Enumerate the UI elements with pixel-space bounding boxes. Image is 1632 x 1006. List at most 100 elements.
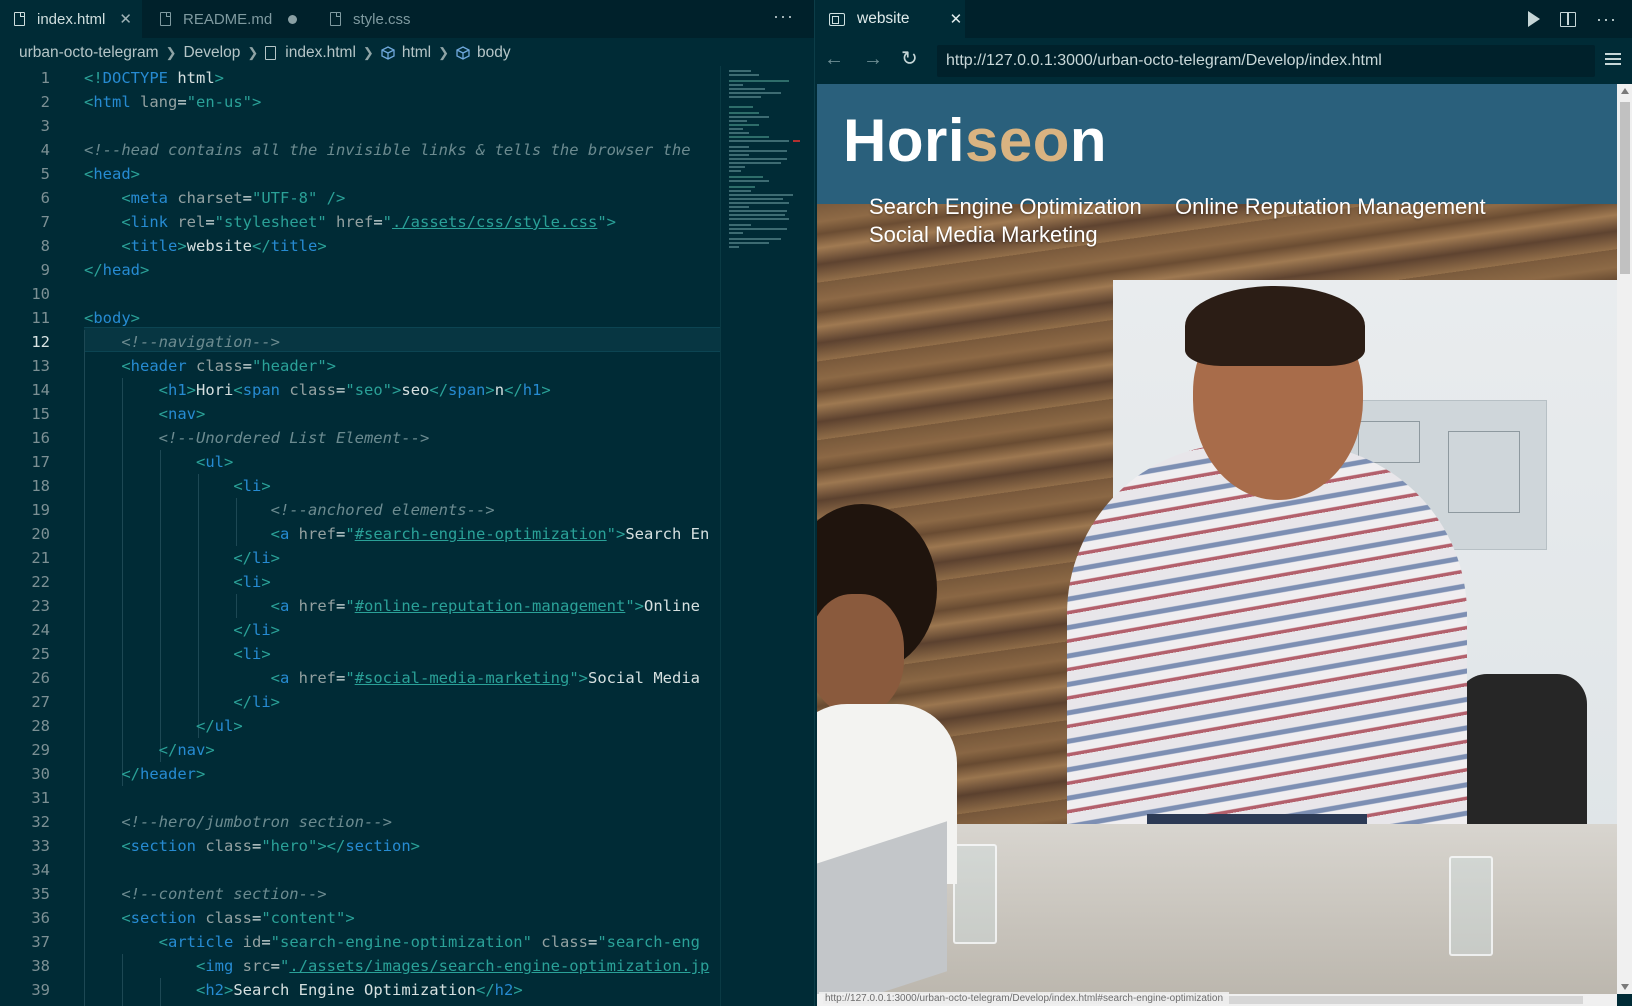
- play-icon[interactable]: [1528, 11, 1541, 27]
- browser-nav-bar: ← → ↻ http://127.0.0.1:3000/urban-octo-t…: [815, 38, 1632, 84]
- line-number: 36: [31, 909, 50, 927]
- scroll-down-icon[interactable]: [1621, 984, 1629, 990]
- breadcrumb-item[interactable]: html: [402, 44, 431, 62]
- nav-link-seo[interactable]: Search Engine Optimization: [869, 194, 1142, 220]
- file-icon: [160, 12, 171, 26]
- hero-woman-face: [817, 594, 904, 714]
- code-line: </head>: [84, 261, 150, 279]
- code-line: <html lang="en-us">: [84, 93, 262, 111]
- code-line: <!--content section-->: [121, 885, 327, 903]
- code-text-area[interactable]: <!DOCTYPE html> <html lang="en-us"> <!--…: [84, 66, 720, 1006]
- chevron-right-icon: ❯: [247, 45, 259, 60]
- chevron-right-icon: ❯: [165, 45, 177, 60]
- code-line: <h1>Hori<span class="seo">seo</span>n</h…: [158, 381, 551, 399]
- line-number: 34: [31, 861, 50, 879]
- tab-index-html[interactable]: index.html ✕: [0, 0, 142, 38]
- code-line: <!--anchored elements-->: [270, 501, 495, 519]
- minimap-line: [729, 84, 743, 86]
- line-number-gutter[interactable]: 1 2 3 4 5 6 7 8 9 10 11 12 13 14 15 16 1…: [0, 66, 60, 1006]
- minimap-line: [729, 242, 769, 244]
- code-line: <meta charset="UTF-8" />: [121, 189, 346, 207]
- code-editor[interactable]: index.html ✕ README.md style.css ··· urb…: [0, 0, 814, 1006]
- tab-readme-md[interactable]: README.md: [146, 0, 306, 38]
- nav-link-orm[interactable]: Online Reputation Management: [1175, 194, 1486, 220]
- page-viewport[interactable]: Horiseon Search Engine Optimization Onli…: [817, 84, 1617, 994]
- nav-link-smm[interactable]: Social Media Marketing: [869, 222, 1098, 248]
- reload-icon[interactable]: ↻: [901, 46, 918, 71]
- code-line: </li>: [233, 693, 280, 711]
- code-line: <!--head contains all the invisible link…: [84, 141, 700, 159]
- hero-glass: [1449, 856, 1493, 956]
- editor-scrollbar[interactable]: [800, 66, 814, 1006]
- line-number: 13: [31, 357, 50, 375]
- minimap-line: [729, 96, 761, 98]
- line-number: 21: [31, 549, 50, 567]
- code-line: <article id="search-engine-optimization"…: [158, 933, 700, 951]
- breadcrumb-item[interactable]: body: [477, 44, 511, 62]
- minimap-line: [729, 140, 789, 142]
- line-number: 9: [40, 261, 50, 279]
- menu-icon[interactable]: [1605, 53, 1621, 66]
- file-icon: [14, 12, 25, 26]
- minimap-line: [729, 190, 751, 192]
- breadcrumb-item[interactable]: urban-octo-telegram: [19, 44, 159, 62]
- split-editor-icon[interactable]: [1560, 11, 1577, 27]
- hero-man-hair: [1185, 286, 1365, 366]
- code-line: <li>: [233, 573, 271, 591]
- code-line: <nav>: [158, 405, 206, 423]
- minimap-line: [729, 74, 759, 76]
- more-icon[interactable]: ···: [773, 6, 794, 27]
- page-vertical-scrollbar[interactable]: [1617, 84, 1632, 994]
- line-number: 18: [31, 477, 50, 495]
- line-number: 19: [31, 501, 50, 519]
- line-number: 25: [31, 645, 50, 663]
- line-number: 29: [31, 741, 50, 759]
- back-icon[interactable]: ←: [824, 48, 844, 71]
- line-number: 27: [31, 693, 50, 711]
- minimap-line: [729, 206, 749, 208]
- code-line: <li>: [233, 645, 271, 663]
- line-number: 40: [0, 1002, 50, 1006]
- code-line: </nav>: [158, 741, 215, 759]
- minimap-line: [729, 214, 785, 216]
- line-number: 37: [31, 933, 50, 951]
- close-icon[interactable]: ✕: [119, 10, 132, 28]
- forward-icon[interactable]: →: [863, 48, 883, 71]
- minimap-line: [729, 112, 759, 114]
- breadcrumb-item[interactable]: index.html: [285, 44, 356, 62]
- minimap-line: [729, 202, 789, 204]
- modified-dot-icon[interactable]: [288, 14, 298, 24]
- code-line: <!DOCTYPE html>: [84, 69, 225, 87]
- minimap-line: [729, 88, 765, 90]
- line-number: 38: [31, 957, 50, 975]
- file-icon: [330, 12, 341, 26]
- minimap-line: [729, 128, 743, 130]
- more-icon[interactable]: ···: [1596, 9, 1617, 30]
- status-bar-url: http://127.0.0.1:3000/urban-octo-telegra…: [819, 992, 1230, 1006]
- line-number: 32: [31, 813, 50, 831]
- code-line: <a href="#social-media-marketing">Social…: [270, 669, 700, 687]
- minimap-line: [729, 106, 753, 108]
- line-number: 8: [40, 237, 50, 255]
- file-icon: [265, 46, 277, 60]
- close-icon[interactable]: ✕: [950, 10, 963, 28]
- address-bar[interactable]: http://127.0.0.1:3000/urban-octo-telegra…: [937, 45, 1595, 77]
- minimap-line: [729, 158, 787, 160]
- scroll-up-icon[interactable]: [1621, 88, 1629, 94]
- chevron-right-icon: ❯: [438, 45, 450, 60]
- minimap-line: [729, 92, 781, 94]
- breadcrumb-item[interactable]: Develop: [183, 44, 240, 62]
- minimap[interactable]: [720, 66, 801, 1006]
- minimap-line: [729, 176, 763, 178]
- line-number: 17: [31, 453, 50, 471]
- tab-style-css[interactable]: style.css: [316, 0, 436, 38]
- browser-preview[interactable]: website ✕ ··· ← → ↻ http://127.0.0.1:300…: [814, 0, 1632, 1006]
- code-line: <!--hero/jumbotron section-->: [121, 813, 392, 831]
- code-line: </ul>: [195, 717, 243, 735]
- tab-website[interactable]: website ✕: [815, 0, 965, 38]
- preview-icon: [829, 12, 845, 26]
- minimap-line: [729, 170, 741, 172]
- minimap-line: [729, 186, 755, 188]
- scrollbar-thumb[interactable]: [1620, 102, 1630, 274]
- code-line: </header>: [121, 765, 206, 783]
